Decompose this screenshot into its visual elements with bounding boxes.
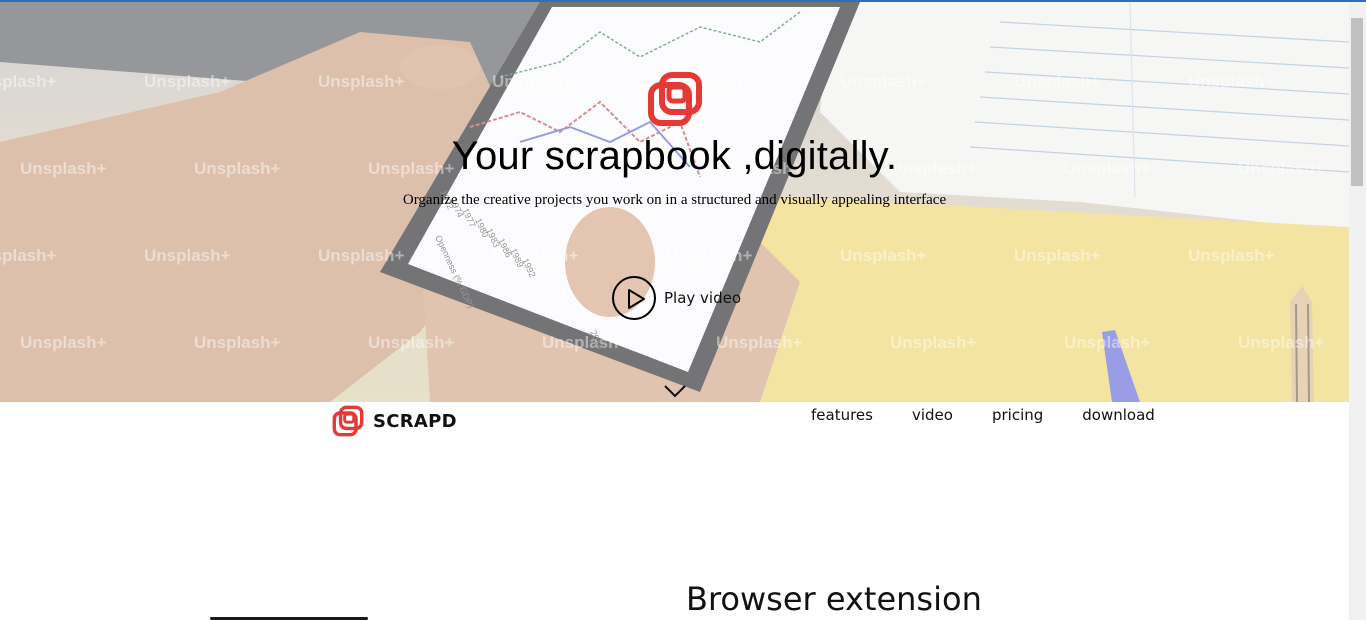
play-video-label: Play video — [664, 289, 742, 307]
nav-download[interactable]: download — [1082, 406, 1155, 424]
hero-subtitle: Organize the creative projects you work … — [402, 192, 947, 208]
section-title: Browser extension — [686, 580, 982, 618]
scrapd-logo-icon — [648, 72, 702, 126]
hero-section: Unsplash+Unsplash+Unsplash+Unsplash+Unsp… — [0, 2, 1349, 402]
chevron-down-icon[interactable] — [664, 385, 686, 399]
hero-title: Your scrapbook ,digitally. — [451, 134, 898, 178]
brand-name: SCRAPD — [373, 410, 457, 432]
play-icon — [612, 276, 656, 320]
nav-features[interactable]: features — [811, 406, 873, 424]
brand[interactable]: SCRAPD — [332, 405, 457, 437]
main-nav: features video pricing download — [811, 406, 1194, 424]
nav-video[interactable]: video — [912, 406, 953, 424]
scrapd-logo-icon — [332, 405, 364, 437]
page-scrollbar[interactable] — [1349, 2, 1366, 620]
play-video-button[interactable]: Play video — [612, 274, 741, 322]
nav-pricing[interactable]: pricing — [992, 406, 1043, 424]
scrollbar-thumb[interactable] — [1351, 18, 1363, 186]
